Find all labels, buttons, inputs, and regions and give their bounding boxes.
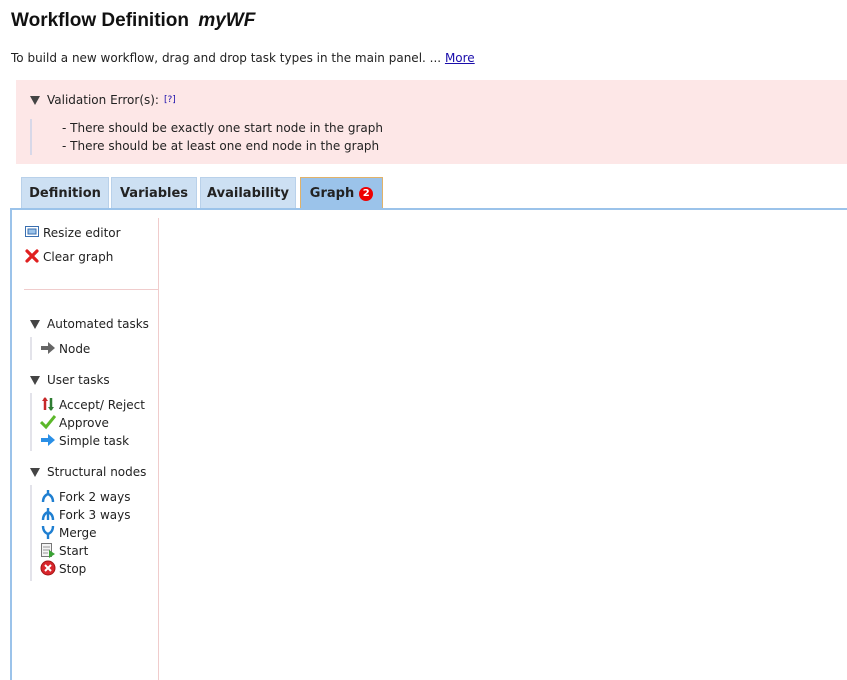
palette-item-fork-3[interactable]: Fork 3 ways bbox=[40, 506, 130, 524]
validation-error-list: - There should be exactly one start node… bbox=[30, 119, 383, 155]
palette-item-accept-reject[interactable]: Accept/ Reject bbox=[40, 396, 145, 414]
palette-separator bbox=[24, 289, 158, 290]
palette-item-label: Simple task bbox=[59, 434, 130, 448]
fork-three-icon bbox=[41, 508, 55, 521]
tab-definition[interactable]: Definition bbox=[21, 177, 109, 209]
palette-item-label: Fork 3 ways bbox=[59, 508, 131, 522]
collapse-triangle-icon[interactable] bbox=[30, 96, 40, 105]
validation-header[interactable]: Validation Error(s): [?] bbox=[30, 93, 176, 107]
validation-error-item: - There should be at least one end node … bbox=[62, 139, 380, 153]
tab-graph-label: Graph bbox=[309, 186, 355, 201]
page-title: Workflow Definition myWF bbox=[11, 10, 255, 32]
validation-error-item: - There should be exactly one start node… bbox=[62, 121, 383, 135]
arrow-right-icon bbox=[41, 342, 55, 354]
graph-canvas[interactable] bbox=[160, 212, 847, 680]
palette-item-node[interactable]: Node bbox=[40, 340, 90, 358]
palette-item-fork-2[interactable]: Fork 2 ways bbox=[40, 488, 130, 506]
palette-item-label: Stop bbox=[59, 562, 87, 576]
group-user-title: User tasks bbox=[47, 373, 110, 387]
palette-item-approve[interactable]: Approve bbox=[40, 414, 109, 432]
resize-icon bbox=[25, 226, 39, 237]
palette-item-label: Accept/ Reject bbox=[59, 398, 145, 412]
workflow-name: myWF bbox=[198, 10, 256, 31]
clear-graph-button[interactable]: Clear graph bbox=[24, 248, 113, 266]
stop-icon bbox=[40, 560, 56, 576]
validation-error-panel: Validation Error(s): [?] - There should b… bbox=[16, 80, 847, 164]
tab-underline bbox=[10, 208, 847, 210]
group-automated-tasks[interactable]: Automated tasks bbox=[30, 315, 149, 333]
palette-item-label: Merge bbox=[59, 526, 97, 540]
blue-arrow-icon bbox=[41, 434, 55, 446]
group-automated-title: Automated tasks bbox=[47, 317, 149, 331]
merge-icon bbox=[41, 525, 55, 539]
palette-divider bbox=[158, 218, 159, 680]
validation-heading: Validation Error(s): bbox=[47, 93, 159, 107]
intro-text: To build a new workflow, drag and drop t… bbox=[11, 51, 475, 65]
tab-graph[interactable]: Graph 2 bbox=[300, 177, 383, 209]
resize-editor-label: Resize editor bbox=[43, 226, 121, 240]
group-line bbox=[30, 485, 32, 581]
group-user-tasks[interactable]: User tasks bbox=[30, 371, 110, 389]
start-document-icon bbox=[41, 543, 55, 558]
tab-availability[interactable]: Availability bbox=[200, 177, 296, 209]
accept-reject-icon bbox=[42, 397, 54, 411]
resize-editor-button[interactable]: Resize editor bbox=[24, 224, 121, 242]
group-structural-title: Structural nodes bbox=[47, 465, 147, 479]
more-link[interactable]: More bbox=[445, 51, 475, 65]
page-title-text: Workflow Definition bbox=[11, 10, 190, 31]
tab-variables[interactable]: Variables bbox=[111, 177, 197, 209]
clear-graph-label: Clear graph bbox=[43, 250, 114, 264]
palette-item-label: Fork 2 ways bbox=[59, 490, 131, 504]
clear-x-icon bbox=[25, 249, 39, 263]
panel-left-border bbox=[10, 208, 12, 680]
error-count-badge: 2 bbox=[359, 187, 374, 201]
checkmark-icon bbox=[40, 415, 56, 430]
collapse-triangle-icon[interactable] bbox=[30, 468, 40, 477]
palette-item-simple-task[interactable]: Simple task bbox=[40, 432, 129, 450]
palette-item-label: Node bbox=[59, 342, 91, 356]
palette-item-start[interactable]: Start bbox=[40, 542, 88, 560]
palette-item-label: Start bbox=[59, 544, 89, 558]
palette-item-label: Approve bbox=[59, 416, 109, 430]
group-line bbox=[30, 337, 32, 360]
fork-two-icon bbox=[41, 490, 55, 503]
group-structural-nodes[interactable]: Structural nodes bbox=[30, 463, 146, 481]
group-line bbox=[30, 393, 32, 451]
palette-item-merge[interactable]: Merge bbox=[40, 524, 96, 542]
help-link[interactable]: [?] bbox=[164, 95, 176, 105]
intro-description: To build a new workflow, drag and drop t… bbox=[11, 51, 442, 65]
collapse-triangle-icon[interactable] bbox=[30, 320, 40, 329]
collapse-triangle-icon[interactable] bbox=[30, 376, 40, 385]
palette-item-stop[interactable]: Stop bbox=[40, 560, 86, 578]
